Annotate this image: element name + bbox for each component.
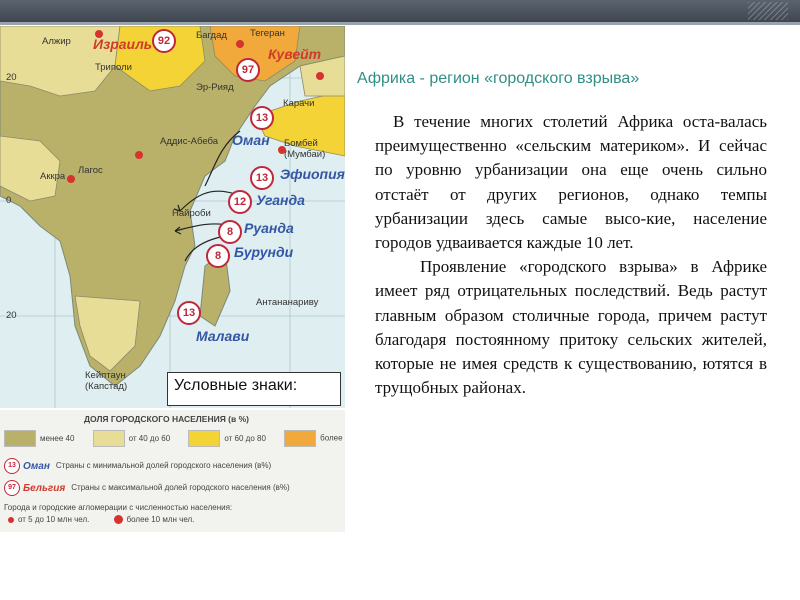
value-circle-rwanda: 8: [218, 220, 242, 244]
city-algiers: Алжир: [42, 36, 71, 47]
city-karachi: Карачи: [283, 98, 315, 109]
paragraph-2: Проявление «городского взрыва» в Африке …: [375, 257, 767, 398]
lat-label-20s: 20: [6, 310, 17, 321]
top-accent-line: [0, 22, 800, 25]
city-accra: Аккра: [40, 171, 66, 182]
legend-caption-box: Условные знаки:: [167, 372, 341, 406]
slide-title: Африка - регион «городского взрыва»: [357, 70, 640, 87]
paragraph-1: В течение многих столетий Африка оста-ва…: [375, 112, 767, 253]
city-nairobi: Найроби: [172, 208, 211, 219]
legend-heading: ДОЛЯ ГОРОДСКОГО НАСЕЛЕНИЯ (в %): [84, 414, 249, 424]
range-label: менее 40: [40, 433, 75, 443]
city-dot-large: [67, 175, 75, 183]
legend-ranges-row: менее 40 от 40 до 60 от 60 до 80 более 8…: [4, 430, 345, 447]
value-circle-oman: 13: [250, 106, 274, 130]
city-lagos: Лагос: [78, 165, 103, 176]
top-decor-bar: [0, 0, 800, 25]
swatch-40-60: [92, 430, 125, 447]
city-dot-large: [278, 146, 286, 154]
city-addis-ababa: Аддис-Абеба: [160, 136, 218, 147]
legend-agglom-row: от 5 до 10 млн чел. более 10 млн чел.: [4, 515, 195, 525]
legend-min-row: 13 Оман Страны с минимальной долей городск…: [4, 458, 271, 474]
value-circle-kuwait: 97: [236, 58, 260, 82]
value-circle-israel: 92: [152, 29, 176, 53]
country-israel: Израиль: [93, 36, 153, 52]
city-riyadh: Эр-Рияд: [196, 82, 234, 93]
agglom-small-label: от 5 до 10 млн чел.: [18, 515, 90, 524]
swatch-60-80: [188, 430, 221, 447]
range-label: от 60 до 80: [224, 433, 266, 443]
city-dot-small: [236, 40, 244, 48]
city-cape-town: Кейптаун (Капстад): [85, 370, 128, 392]
country-burundi: Бурунди: [234, 244, 294, 260]
corner-stripes: [748, 2, 788, 20]
agglom-dot-large: [113, 515, 123, 525]
value-circle-ethiopia: 13: [250, 166, 274, 190]
city-baghdad: Багдад: [196, 30, 227, 41]
agglom-large-label: более 10 млн чел.: [126, 515, 195, 524]
agglom-dot-small: [8, 516, 14, 523]
lat-label-0: 0: [6, 195, 12, 206]
legend-min-text: Страны с минимальной долей городского на…: [55, 461, 272, 471]
legend-max-country: Бельгия: [23, 482, 66, 494]
swatch-under40: [4, 430, 36, 447]
country-malawi: Малави: [196, 328, 250, 344]
africa-map: Алжир Триполи Багдад Тегеран Эр-Рияд Кар…: [0, 26, 345, 408]
country-rwanda: Руанда: [244, 220, 294, 236]
country-uganda: Уганда: [256, 192, 305, 208]
swatch-over80: [284, 430, 317, 447]
range-label: от 40 до 60: [128, 433, 171, 443]
legend-agglom-heading: Города и городские агломерации с численн…: [4, 503, 233, 512]
slide-body: В течение многих столетий Африка оста-ва…: [375, 110, 767, 400]
legend-max-row: 97 Бельгия Страны с максимальной долей гор…: [4, 480, 290, 496]
lat-label-20n: 20: [6, 72, 17, 83]
value-circle-uganda: 12: [228, 190, 252, 214]
city-dot-large: [316, 72, 324, 80]
value-circle-burundi: 8: [206, 244, 230, 268]
legend-min-country: Оман: [23, 460, 50, 472]
country-ethiopia: Эфиопия: [280, 166, 345, 182]
legend-max-text: Страны с максимальной долей городского н…: [71, 483, 290, 493]
city-dot-small: [135, 151, 143, 159]
country-oman: Оман: [232, 132, 270, 148]
value-circle-malawi: 13: [177, 301, 201, 325]
legend-min-circle: 13: [4, 458, 20, 474]
city-tehran: Тегеран: [250, 28, 285, 39]
map-legend: ДОЛЯ ГОРОДСКОГО НАСЕЛЕНИЯ (в %) менее 40…: [0, 410, 345, 532]
range-label: более 80: [320, 433, 345, 443]
country-kuwait: Кувейт: [268, 46, 322, 62]
city-antananarivo: Антананариву: [256, 297, 319, 308]
city-tripoli: Триполи: [95, 62, 132, 73]
city-bombay: Бомбей (Мумбаи): [284, 138, 326, 160]
legend-max-circle: 97: [4, 480, 20, 496]
